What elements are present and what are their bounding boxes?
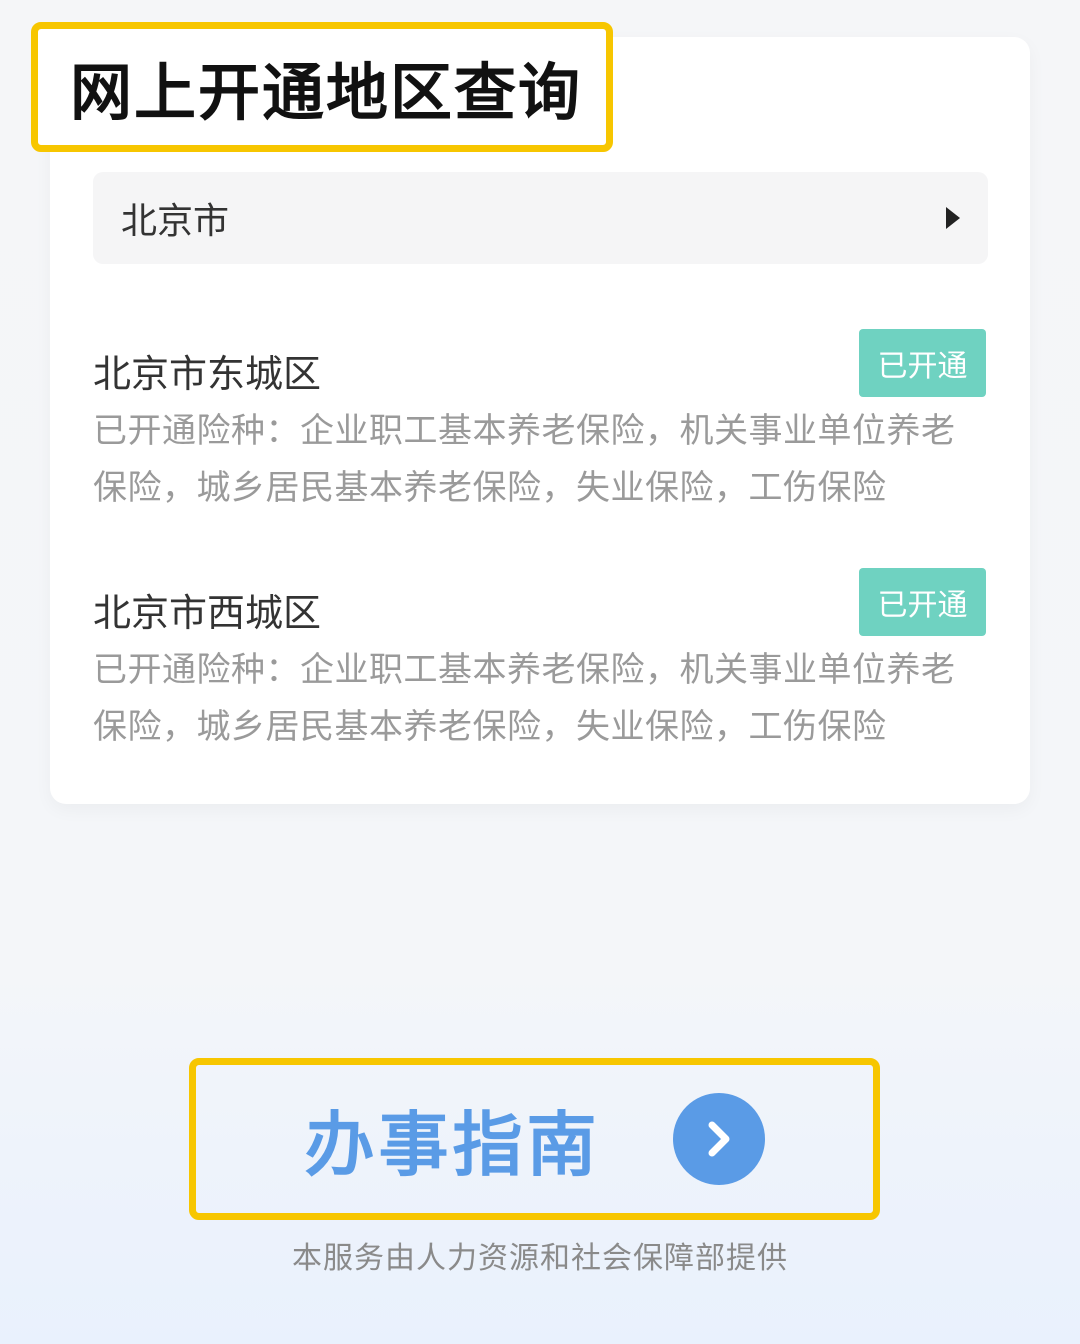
status-badge: 已开通 [859, 329, 986, 397]
guide-button-label: 办事指南 [304, 1103, 601, 1186]
page-title: 网上开通地区查询 [70, 56, 583, 129]
district-name: 北京市东城区 [93, 352, 322, 396]
status-badge: 已开通 [859, 568, 986, 636]
chevron-right-icon [672, 1093, 765, 1185]
city-selector-value: 北京市 [121, 201, 230, 242]
caret-right-icon [946, 207, 960, 229]
footer-provider-note: 本服务由人力资源和社会保障部提供 [292, 1241, 788, 1276]
guide-button[interactable]: 办事指南 [189, 1058, 880, 1220]
page-title-box: 网上开通地区查询 [31, 22, 613, 152]
district-insurance-list: 已开通险种：企业职工基本养老保险，机关事业单位养老保险，城乡居民基本养老保险，失… [93, 650, 956, 747]
city-selector[interactable]: 北京市 [93, 172, 988, 264]
district-insurance-list: 已开通险种：企业职工基本养老保险，机关事业单位养老保险，城乡居民基本养老保险，失… [93, 411, 956, 508]
district-name: 北京市西城区 [93, 591, 322, 635]
